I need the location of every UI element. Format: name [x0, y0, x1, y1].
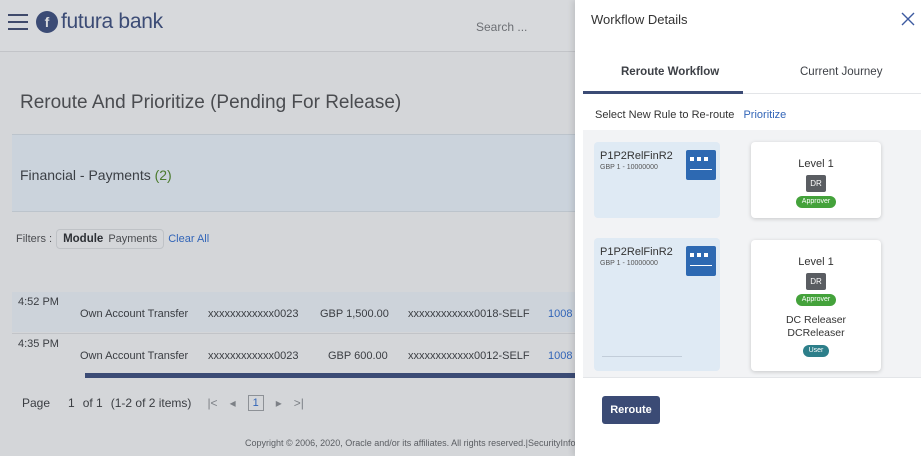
- workflow-icon: [686, 246, 716, 276]
- rule-amount: GBP 1 - 10000000: [600, 164, 658, 171]
- row-reference-link[interactable]: 1008: [548, 308, 572, 320]
- row-amount: GBP 1,500.00: [320, 308, 389, 320]
- filters-bar: Filters : Module Payments Clear All: [16, 229, 209, 249]
- panel-title: Workflow Details: [591, 12, 688, 27]
- user-badge: User: [803, 345, 829, 357]
- rule-selection-row: Select New Rule to Re-route Prioritize: [595, 109, 786, 121]
- level-title: Level 1: [798, 158, 834, 170]
- approver-avatar: DR: [806, 273, 826, 290]
- filters-label: Filters :: [16, 233, 53, 245]
- active-tab-indicator: [583, 91, 743, 94]
- approver-badge: Approver: [796, 294, 836, 306]
- rule-amount: GBP 1 - 10000000: [600, 260, 658, 267]
- filter-value: Payments: [108, 233, 158, 245]
- reroute-button[interactable]: Reroute: [602, 396, 660, 424]
- workflow-tabs: Reroute Workflow Current Journey: [583, 54, 921, 94]
- user-id: DCReleaser: [787, 327, 845, 339]
- brand-name: futura bank: [61, 10, 163, 33]
- row-from-account: xxxxxxxxxxxx0023: [208, 350, 299, 362]
- approver-badge: Approver: [796, 196, 836, 208]
- last-page-icon[interactable]: >|: [294, 396, 304, 410]
- row-type: Own Account Transfer: [80, 308, 189, 320]
- workflow-icon: [686, 150, 716, 180]
- rule-card[interactable]: P1P2RelFinR2 GBP 1 - 10000000: [594, 142, 720, 218]
- row-reference-link[interactable]: 1008: [548, 350, 572, 362]
- row-time: 4:52 PM: [18, 296, 59, 308]
- user-name: DC Releaser DCReleaser: [751, 314, 881, 340]
- horizontal-scrollbar[interactable]: [85, 373, 582, 378]
- row-type: Own Account Transfer: [80, 350, 189, 362]
- row-amount: GBP 600.00: [328, 350, 388, 362]
- tab-reroute-workflow[interactable]: Reroute Workflow: [621, 66, 719, 78]
- filter-key: Module: [63, 233, 104, 245]
- user-display-name: DC Releaser: [785, 314, 847, 326]
- rule-instruction: Select New Rule to Re-route: [595, 109, 735, 121]
- level-card: Level 1 DR Approver DC Releaser DCReleas…: [751, 240, 881, 371]
- financial-payments-panel[interactable]: Financial - Payments (2): [12, 134, 582, 212]
- first-page-icon[interactable]: |<: [207, 396, 217, 410]
- card-divider: [602, 356, 682, 357]
- prev-page-icon[interactable]: ◂: [230, 396, 236, 410]
- row-from-account: xxxxxxxxxxxx0023: [208, 308, 299, 320]
- workflow-details-panel: Workflow Details Reroute Workflow Curren…: [575, 0, 921, 456]
- current-page: 1: [68, 396, 75, 410]
- module-filter-chip[interactable]: Module Payments: [56, 229, 165, 249]
- panel-count: (2): [154, 167, 172, 183]
- page-title: Reroute And Prioritize (Pending For Rele…: [20, 92, 402, 113]
- next-page-icon[interactable]: ▸: [276, 396, 282, 410]
- level-card: Level 1 DR Approver: [751, 142, 881, 218]
- brand-logo[interactable]: f futura bank: [36, 10, 163, 34]
- page-of: of 1: [82, 396, 103, 410]
- row-time: 4:35 PM: [18, 338, 59, 350]
- page-label: Page: [22, 396, 51, 410]
- level-title: Level 1: [798, 256, 834, 268]
- rule-card[interactable]: P1P2RelFinR2 GBP 1 - 10000000: [594, 238, 720, 371]
- pagination: Page 1 of 1 (1-2 of 2 items) |< ◂ 1 ▸ >|: [22, 395, 310, 411]
- futura-logo-icon: f: [36, 11, 58, 33]
- row-to-account: xxxxxxxxxxxx0018-SELF: [408, 308, 530, 320]
- row-to-account: xxxxxxxxxxxx0012-SELF: [408, 350, 530, 362]
- tab-current-journey[interactable]: Current Journey: [800, 66, 882, 78]
- approver-avatar: DR: [806, 175, 826, 192]
- panel-label: Financial - Payments: [20, 167, 151, 183]
- prioritize-link[interactable]: Prioritize: [743, 109, 786, 121]
- table-row[interactable]: 4:52 PM Own Account Transfer xxxxxxxxxxx…: [12, 292, 582, 332]
- close-icon[interactable]: [901, 12, 915, 26]
- rule-name: P1P2RelFinR2: [600, 246, 673, 258]
- rule-name: P1P2RelFinR2: [600, 150, 673, 162]
- search-input[interactable]: Search ...: [468, 14, 578, 40]
- clear-all-link[interactable]: Clear All: [168, 233, 209, 245]
- hamburger-menu-icon[interactable]: [8, 14, 28, 30]
- divider: [583, 377, 921, 378]
- page-number-input[interactable]: 1: [247, 395, 264, 411]
- items-count: (1-2 of 2 items): [110, 396, 192, 410]
- table-row[interactable]: 4:35 PM Own Account Transfer xxxxxxxxxxx…: [12, 333, 582, 373]
- footer-text: Copyright © 2006, 2020, Oracle and/or it…: [245, 438, 579, 448]
